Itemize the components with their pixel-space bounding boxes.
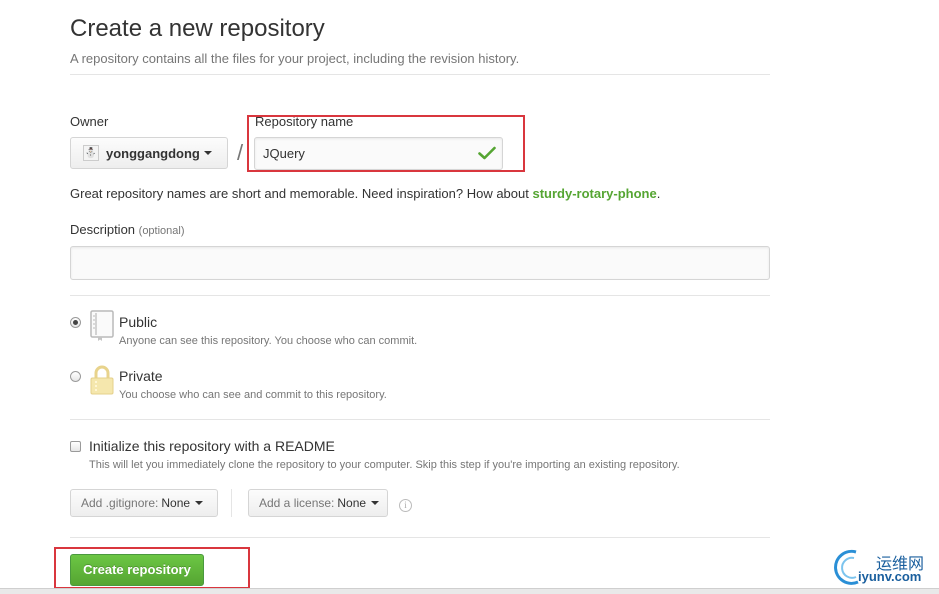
owner-dropdown[interactable]: ⛄ yonggangdong [70, 137, 228, 169]
hint-suffix: . [656, 186, 661, 201]
visibility-private-description: You choose who can see and commit to thi… [119, 389, 387, 401]
owner-repo-separator: / [237, 140, 244, 165]
readme-description: This will let you immediately clone the … [89, 459, 680, 471]
gitignore-select[interactable]: Add .gitignore: None [70, 489, 218, 517]
description-label: Description (optional) [70, 222, 185, 237]
divider [70, 74, 770, 75]
repository-name-hint: Great repository names are short and mem… [70, 186, 660, 201]
hint-text: Great repository names are short and mem… [70, 186, 533, 201]
book-icon [90, 310, 114, 341]
highlight-box-create-button [54, 547, 250, 589]
readme-label: Initialize this repository with a README [89, 438, 335, 454]
visibility-private-title: Private [119, 368, 163, 384]
caret-down-icon [371, 501, 380, 505]
divider [70, 419, 770, 420]
owner-name: yonggangdong [106, 145, 200, 161]
license-select[interactable]: Add a license: None [248, 489, 388, 517]
highlight-box-repository-name [247, 115, 525, 172]
divider [70, 295, 770, 296]
caret-down-icon [195, 501, 204, 505]
visibility-public-title: Public [119, 314, 158, 330]
vertical-divider [231, 489, 232, 517]
license-value: None [337, 496, 367, 510]
visibility-public-description: Anyone can see this repository. You choo… [119, 335, 418, 347]
owner-label: Owner [70, 114, 109, 129]
taskbar-strip [0, 588, 939, 594]
avatar: ⛄ [83, 145, 99, 161]
watermark-text-en: iyunv.com [858, 569, 922, 584]
readme-checkbox[interactable] [70, 441, 81, 452]
lock-icon [90, 365, 114, 395]
page-subtitle: A repository contains all the files for … [70, 51, 520, 66]
gitignore-value: None [161, 496, 191, 510]
info-icon[interactable]: i [399, 499, 412, 512]
license-label: Add a license: [259, 496, 335, 510]
visibility-public-radio[interactable] [70, 317, 81, 328]
optional-tag: (optional) [138, 225, 185, 237]
visibility-private-radio[interactable] [70, 371, 81, 382]
divider [70, 537, 770, 538]
caret-down-icon [203, 151, 212, 155]
description-input[interactable] [70, 246, 770, 280]
gitignore-label: Add .gitignore: [81, 496, 159, 510]
description-label-text: Description [70, 222, 136, 237]
suggested-name-link[interactable]: sturdy-rotary-phone [532, 186, 656, 201]
page-title: Create a new repository [70, 15, 325, 42]
